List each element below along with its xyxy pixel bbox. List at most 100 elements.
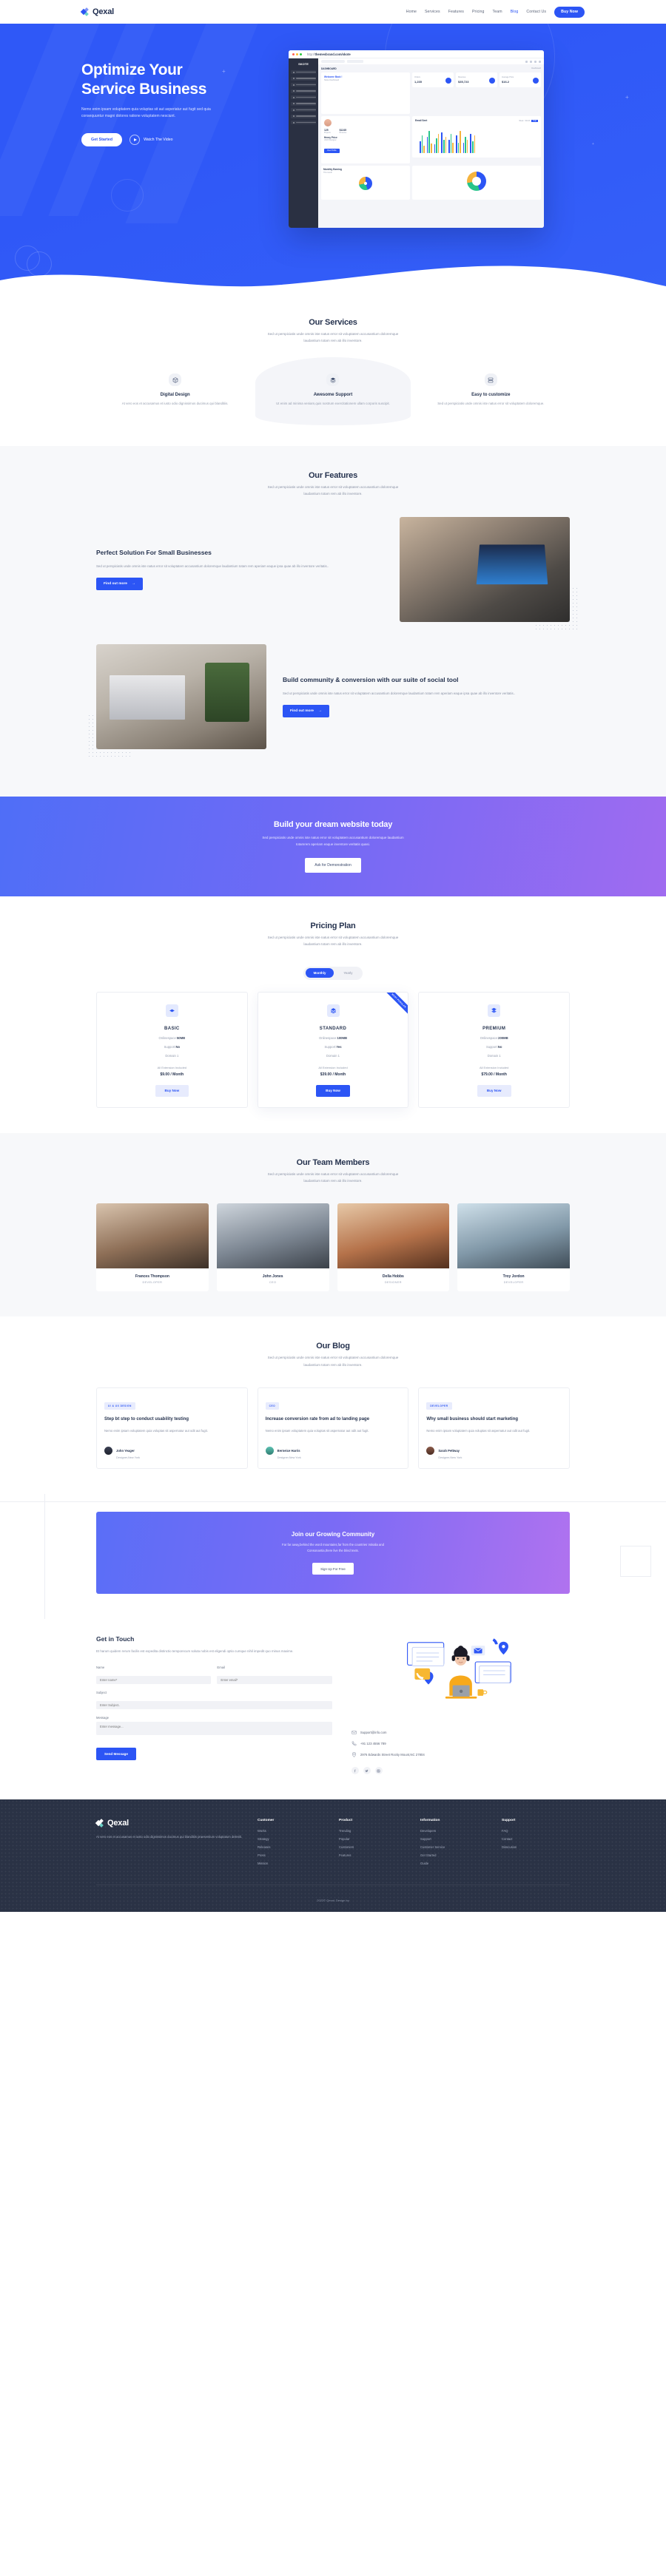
team-member-card[interactable]: Della Hobbs DESIGNER [337, 1203, 450, 1292]
contact-form: Name Email Subject [96, 1666, 332, 1761]
footer-link[interactable]: Support [420, 1837, 488, 1841]
service-card-awesome-support[interactable]: Awesome Support Ut enim ad minima veniam… [254, 357, 411, 425]
brand-name: Qexal [92, 7, 114, 16]
twitter-icon[interactable] [363, 1767, 371, 1775]
toggle-yearly[interactable]: Yearly [335, 968, 360, 978]
plan-domain: Domain 1 [326, 1053, 340, 1058]
nav-link-services[interactable]: Services [425, 10, 440, 14]
service-card-easy-to-customize[interactable]: Easy to customize Sed ut perspiciatis un… [412, 363, 570, 421]
message-input[interactable] [96, 1722, 332, 1736]
services-subtitle: Sed ut perspiciatis unde omnis iste natu… [267, 332, 399, 343]
service-text: At vero eos et accusamus et iusto odio d… [121, 402, 229, 406]
view-profile-button[interactable]: View Profile [324, 148, 340, 153]
footer-link[interactable]: Popular [339, 1837, 407, 1841]
avatar [104, 1446, 112, 1455]
footer-link[interactable]: Press [258, 1853, 326, 1857]
name-input[interactable] [96, 1676, 212, 1685]
member-role: DESIGNER [384, 1281, 402, 1285]
chart-tab-week[interactable]: Week [519, 120, 523, 122]
footer-brand[interactable]: Qexal [95, 1819, 244, 1828]
hero-title-line2: Service Business [81, 81, 207, 98]
buy-now-basic-button[interactable]: Buy Now [155, 1084, 189, 1097]
buy-now-standard-button[interactable]: Buy Now [316, 1084, 350, 1097]
email-sent-chart: Email Sent Week Month Year [412, 116, 541, 158]
facebook-icon[interactable] [351, 1767, 359, 1775]
footer: Qexal At vero eos et accusamus et iusto … [0, 1799, 666, 1913]
footer-link[interactable]: Customers [339, 1845, 407, 1849]
footer-link[interactable]: Customer Service [420, 1845, 488, 1849]
footer-link[interactable]: Features [339, 1853, 407, 1857]
nav-link-team[interactable]: Team [493, 10, 502, 14]
blog-post-title: Increase conversion rate from ad to land… [265, 1416, 370, 1421]
find-out-more-button-1[interactable]: Find out more → [96, 578, 143, 591]
team-member-card[interactable]: John Jones CEO [216, 1203, 329, 1292]
footer-link[interactable]: Disscusion [502, 1845, 570, 1849]
footer-link[interactable]: Developers [420, 1829, 488, 1833]
dashboard-search [321, 60, 345, 63]
blog-card[interactable]: DEVELOPER Why small business should star… [418, 1387, 571, 1469]
plan-space: Onlinespace:200MB [480, 1035, 508, 1040]
email-input[interactable] [217, 1676, 332, 1685]
instagram-icon[interactable] [374, 1767, 383, 1775]
top-navbar: Qexal Home Services Features Pricing Tea… [0, 0, 666, 24]
team-member-card[interactable]: Troy Jordon DEVELOPER [457, 1203, 570, 1292]
sign-up-for-free-button[interactable]: Sign Up For Free [312, 1563, 354, 1575]
nav-link-blog[interactable]: Blog [511, 10, 519, 14]
blog-section: Our Blog Sed ut perspiciatis unde omnis … [0, 1316, 666, 1494]
nav-link-pricing[interactable]: Pricing [472, 10, 485, 14]
footer-link[interactable]: Works [258, 1829, 326, 1833]
team-member-card[interactable]: Frances Thompson DEVELOPER [96, 1203, 209, 1292]
blog-card[interactable]: UI & UX DESIGN Step bt step to conduct u… [96, 1387, 248, 1469]
toggle-monthly[interactable]: Monthly [305, 968, 334, 978]
window-maximize-dot [300, 53, 302, 55]
cube-icon [169, 373, 182, 387]
chart-tab-year[interactable]: Year [531, 119, 538, 122]
footer-link[interactable]: FAQ [502, 1829, 570, 1833]
chart-tab-month[interactable]: Month [525, 120, 531, 122]
feature-heading: Perfect Solution For Small Businesses [96, 548, 212, 556]
diamond-icon [165, 1004, 178, 1017]
contact-info-email[interactable]: Support@info.com [352, 1730, 570, 1735]
blog-card[interactable]: CEO Increase conversion rate from ad to … [257, 1387, 409, 1469]
qexal-logo-icon [95, 1819, 104, 1828]
watch-video-button[interactable]: Watch The Video [130, 135, 172, 145]
name-label: Name [96, 1666, 105, 1670]
find-out-more-button-2[interactable]: Find out more → [283, 705, 329, 718]
footer-link[interactable]: Releases [258, 1845, 326, 1849]
footer-link[interactable]: Trending [339, 1829, 407, 1833]
footer-link[interactable]: Guide [420, 1862, 488, 1865]
contact-info-phone[interactable]: +91 123 4556 789 [352, 1741, 570, 1746]
buy-now-premium-button[interactable]: Buy Now [477, 1084, 511, 1097]
feature-image-1 [400, 516, 570, 622]
pricing-card-premium: PREMIUM Onlinespace:200MB Support:No Dom… [418, 991, 571, 1108]
get-started-button[interactable]: Get Started [81, 133, 123, 146]
footer-link[interactable]: Get Started [420, 1853, 488, 1857]
nav-link-contact-us[interactable]: Contact Us [526, 10, 546, 14]
subject-input[interactable] [96, 1701, 332, 1710]
blog-post-title: Step bt step to conduct usability testin… [104, 1416, 189, 1421]
plan-space: Onlinespace:100MB [319, 1035, 347, 1040]
member-name: Frances Thompson [135, 1274, 169, 1279]
send-message-button[interactable]: Send Message [96, 1748, 136, 1761]
server-icon [484, 373, 497, 387]
footer-link[interactable]: Strategy [258, 1837, 326, 1841]
contact-info-address[interactable]: 2976 Edwards Street Rocky Mount,NC 27804 [352, 1752, 570, 1758]
kpi-orders: Orders 1,235 [412, 72, 454, 87]
nav-link-features[interactable]: Features [448, 10, 464, 14]
blog-excerpt: Nemo enim ipsam voluptatem quia voluptas… [265, 1428, 369, 1433]
hero-paragraph: Nemo enim ipsam voluptatem quia voluptas… [81, 107, 211, 118]
kpi-revenue: Revenue $35,723 [456, 72, 497, 87]
buy-now-button[interactable]: Buy Now [554, 6, 585, 18]
play-icon [130, 135, 141, 145]
member-photo [337, 1203, 450, 1269]
avatar [426, 1446, 435, 1455]
footer-column-title: Support [502, 1819, 516, 1823]
footer-link[interactable]: Mission [258, 1862, 326, 1865]
footer-link[interactable]: Contact [502, 1837, 570, 1841]
nav-link-home[interactable]: Home [406, 10, 417, 14]
brand-logo-link[interactable]: Qexal [80, 7, 114, 16]
ask-for-demonstration-button[interactable]: Ask for Demonstration [305, 857, 361, 873]
layers-icon [326, 1004, 340, 1017]
service-card-digital-design[interactable]: Digital Design At vero eos et accusamus … [96, 363, 254, 421]
services-section: Our Services Sed ut perspiciatis unde om… [0, 293, 666, 447]
